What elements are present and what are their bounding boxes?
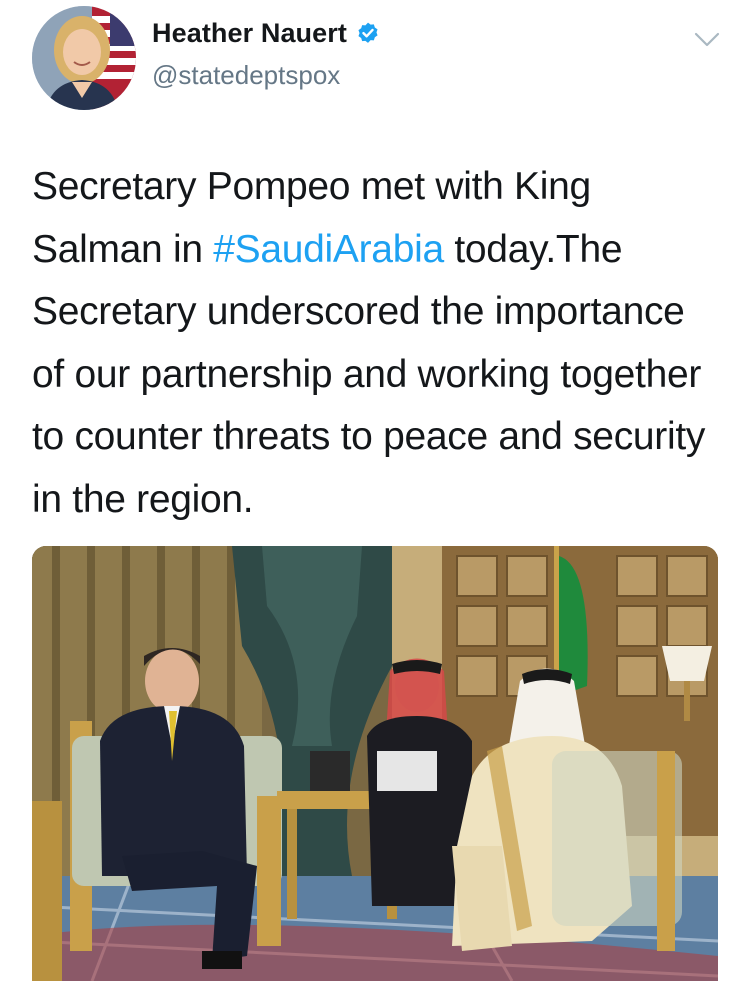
tweet-text: Secretary Pompeo met with King Salman in… (32, 156, 722, 531)
tweet-photo[interactable] (32, 546, 718, 981)
name-row: Heather Nauert (152, 18, 381, 49)
meeting-photo (32, 546, 718, 981)
tweet-card: Heather Nauert @statedeptspox Secretary … (0, 0, 750, 981)
chevron-down-icon[interactable] (694, 30, 720, 50)
tweet-text-part: today.The Secretary underscored the impo… (32, 227, 706, 521)
user-handle[interactable]: @statedeptspox (152, 60, 340, 91)
verified-badge-icon (355, 21, 381, 47)
display-name[interactable]: Heather Nauert (152, 18, 347, 49)
avatar[interactable] (32, 6, 136, 110)
avatar-image (32, 6, 136, 110)
hashtag-link[interactable]: #SaudiArabia (213, 228, 444, 271)
